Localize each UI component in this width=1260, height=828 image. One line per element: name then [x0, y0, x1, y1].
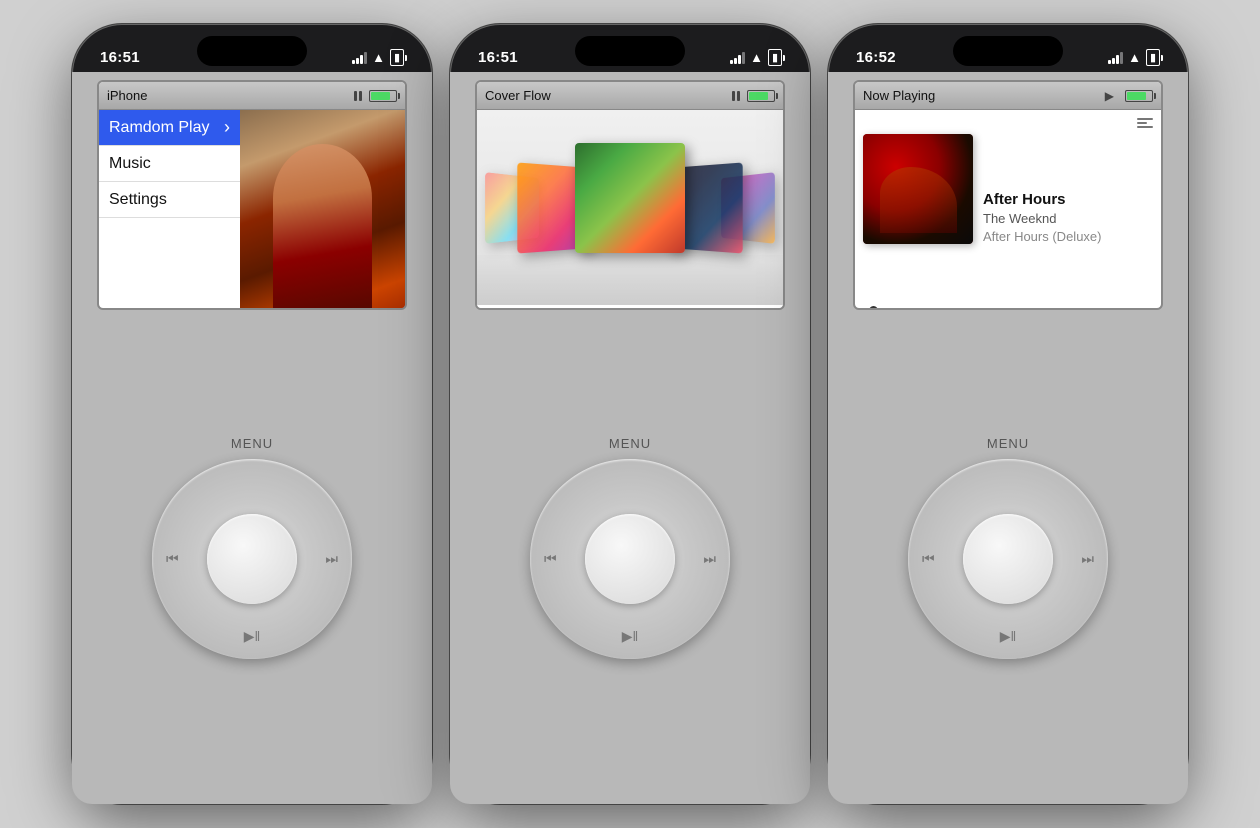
battery-icon-2: ▮ [768, 49, 782, 66]
np-track-title: After Hours [983, 191, 1101, 208]
play-triangle-icon: ▶ [1105, 89, 1114, 103]
cf-reflection [477, 255, 783, 305]
header-battery-2 [732, 90, 775, 102]
progress-dot [869, 306, 878, 310]
header-battery-bar [369, 90, 397, 102]
ipod-screen-3: Now Playing ▶ [853, 80, 1163, 310]
header-battery-bar-2 [747, 90, 775, 102]
wifi-icon-2: ▲ [750, 50, 763, 65]
wheel-prev-3[interactable]: ⏮ [922, 550, 935, 567]
click-wheel-3[interactable]: ⏮ ⏭ ▶‖ [908, 459, 1108, 659]
dynamic-island-2 [575, 36, 685, 66]
menu-item-random-play[interactable]: Ramdom Play [99, 110, 240, 146]
menu-label-3: MENU [987, 436, 1029, 451]
battery-icon-3: ▮ [1146, 49, 1160, 66]
click-wheel-area-1: MENU ⏮ ⏭ ▶‖ [152, 310, 352, 784]
status-icons-3: ▲ ▮ [1108, 49, 1160, 66]
wheel-next-3[interactable]: ⏭ [1081, 550, 1094, 567]
dynamic-island-1 [197, 36, 307, 66]
iphone-3: 16:52 ▲ ▮ Now Playing [828, 24, 1188, 804]
wheel-next-2[interactable]: ⏭ [703, 550, 716, 567]
header-battery-bar-3 [1125, 90, 1153, 102]
np-info: After Hours The Weeknd After Hours (Delu… [983, 134, 1101, 301]
header-battery-3: ▶ [1105, 89, 1153, 103]
wheel-prev-2[interactable]: ⏮ [544, 550, 557, 567]
click-wheel-area-2: MENU ⏮ ⏭ ▶‖ [530, 310, 730, 784]
screen-title-1: iPhone [107, 88, 147, 103]
coverflow-stage [477, 110, 783, 305]
screen-header-2: Cover Flow [477, 82, 783, 110]
status-bar-2: 16:51 ▲ ▮ [450, 24, 810, 72]
menu-label-1: MENU [231, 436, 273, 451]
header-battery-1 [354, 90, 397, 102]
status-time-2: 16:51 [478, 49, 518, 66]
np-progress: 0:03 -5:57 [863, 301, 1153, 310]
wheel-play-3[interactable]: ▶‖ [1000, 628, 1017, 645]
status-bar-1: 16:51 ▲ ▮ [72, 24, 432, 72]
menu-list-1: Ramdom Play Music Settings [99, 110, 240, 310]
np-artist: The Weeknd [983, 211, 1101, 226]
coverflow-album-label: All We Know Is Falling (Deluxe Version) [500, 305, 760, 310]
click-wheel-1[interactable]: ⏮ ⏭ ▶‖ [152, 459, 352, 659]
menu-item-music[interactable]: Music [99, 146, 240, 182]
wheel-play-2[interactable]: ▶‖ [622, 628, 639, 645]
ipod-body-2: Cover Flow [450, 72, 810, 804]
phones-container: 16:51 ▲ ▮ iPhone [52, 4, 1208, 824]
coverflow-screen: All We Know Is Falling (Deluxe Version) [477, 110, 783, 310]
progress-fill [863, 309, 869, 310]
center-button-2[interactable] [585, 514, 675, 604]
status-icons-2: ▲ ▮ [730, 49, 782, 66]
status-time-3: 16:52 [856, 49, 896, 66]
wheel-play-1[interactable]: ▶‖ [244, 628, 261, 645]
iphone-1: 16:51 ▲ ▮ iPhone [72, 24, 432, 804]
ipod-body-1: iPhone [72, 72, 432, 804]
ipod-body-3: Now Playing ▶ [828, 72, 1188, 804]
screen-title-2: Cover Flow [485, 88, 551, 103]
ipod-screen-1: iPhone [97, 80, 407, 310]
list-icon[interactable] [1137, 118, 1153, 128]
center-button-3[interactable] [963, 514, 1053, 604]
np-album-art [863, 134, 973, 244]
signal-icon-2 [730, 52, 745, 64]
signal-icon-1 [352, 52, 367, 64]
progress-bar [863, 309, 1153, 310]
iphone-2: 16:51 ▲ ▮ Cover Flow [450, 24, 810, 804]
status-bar-3: 16:52 ▲ ▮ [828, 24, 1188, 72]
screen-header-3: Now Playing ▶ [855, 82, 1161, 110]
wifi-icon-1: ▲ [372, 50, 385, 65]
chevron-icon [224, 117, 230, 138]
taylor-art [240, 110, 405, 310]
click-wheel-area-3: MENU ⏮ ⏭ ▶‖ [908, 310, 1108, 784]
dynamic-island-3 [953, 36, 1063, 66]
np-album: After Hours (Deluxe) [983, 229, 1101, 244]
signal-icon-3 [1108, 52, 1123, 64]
album-art-1 [240, 110, 405, 310]
screen-title-3: Now Playing [863, 88, 935, 103]
nowplaying-screen: After Hours The Weeknd After Hours (Delu… [855, 110, 1161, 310]
menu-label-2: MENU [609, 436, 651, 451]
ipod-screen-2: Cover Flow [475, 80, 785, 310]
cf-album-center [575, 143, 685, 253]
menu-screen-1: Ramdom Play Music Settings [99, 110, 405, 310]
np-header [863, 118, 1153, 128]
center-button-1[interactable] [207, 514, 297, 604]
status-icons-1: ▲ ▮ [352, 49, 404, 66]
menu-item-settings[interactable]: Settings [99, 182, 240, 218]
status-time-1: 16:51 [100, 49, 140, 66]
screen-header-1: iPhone [99, 82, 405, 110]
wheel-prev-1[interactable]: ⏮ [166, 550, 179, 567]
battery-icon-1: ▮ [390, 49, 404, 66]
np-content: After Hours The Weeknd After Hours (Delu… [863, 134, 1153, 301]
wifi-icon-3: ▲ [1128, 50, 1141, 65]
wheel-next-1[interactable]: ⏭ [325, 550, 338, 567]
click-wheel-2[interactable]: ⏮ ⏭ ▶‖ [530, 459, 730, 659]
